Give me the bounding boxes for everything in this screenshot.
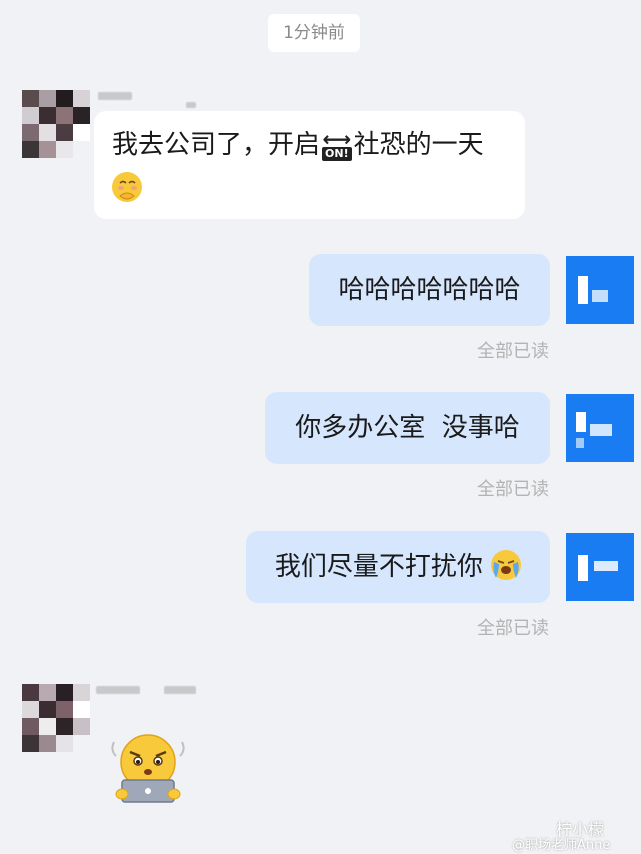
self-avatar[interactable] [566,256,634,324]
read-status: 全部已读 [477,618,549,639]
read-status: 全部已读 [477,479,549,500]
message-text: 哈哈哈哈哈哈哈 [338,275,521,305]
loudly-crying-face-icon [491,550,522,580]
message-bubble-outgoing[interactable]: 哈哈哈哈哈哈哈 [309,254,550,326]
message-bubble-outgoing[interactable]: 你多办公室 没事哈 [265,392,550,464]
message-text: 你多办公室 没事哈 [295,413,520,443]
message-bubble-outgoing[interactable]: 我们尽量不打扰你 [246,531,550,603]
self-avatar[interactable] [566,394,634,462]
contact-name-redacted [164,686,196,694]
message-bubble-incoming[interactable]: 我去公司了，开启 ⟷ ON! 社恐的一天 [94,111,525,219]
contact-name-redacted [98,92,132,100]
message-text: 我去公司了，开启 [112,130,321,160]
message-text: 我们尽量不打扰你 [274,552,483,582]
read-status: 全部已读 [477,341,549,362]
contact-name-redacted [186,102,196,108]
sticker-face-with-laptop-icon[interactable] [108,728,188,804]
contact-name-redacted [96,686,140,694]
contact-avatar[interactable] [22,684,90,752]
self-avatar[interactable] [566,533,634,601]
watermark-handle: @职场老师Anne [512,838,611,853]
timestamp-pill: 1分钟前 [268,14,360,52]
on-arrow-icon: ⟷ ON! [322,126,352,161]
contact-avatar[interactable] [22,90,90,158]
smiling-face-with-hand-over-mouth-icon [112,172,142,202]
message-text: 社恐的一天 [353,130,484,160]
